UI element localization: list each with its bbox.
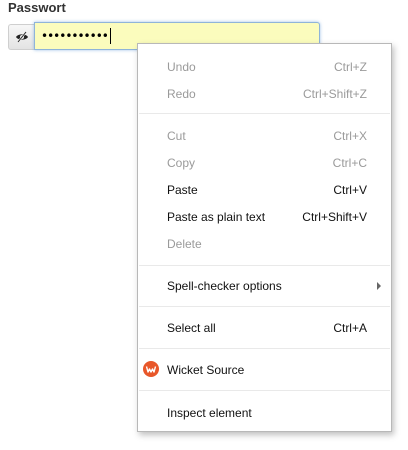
menu-separator bbox=[139, 265, 390, 266]
menu-item-label: Undo bbox=[167, 59, 196, 74]
menu-item-label: Select all bbox=[167, 320, 216, 335]
menu-item-shortcut: Ctrl+A bbox=[333, 320, 367, 335]
menu-item-label: Paste bbox=[167, 182, 198, 197]
menu-item-undo[interactable]: Undo Ctrl+Z bbox=[138, 53, 391, 80]
submenu-arrow-icon bbox=[377, 282, 381, 290]
menu-separator bbox=[139, 348, 390, 349]
menu-separator bbox=[139, 390, 390, 391]
menu-item-label: Copy bbox=[167, 155, 196, 170]
menu-item-select-all[interactable]: Select all Ctrl+A bbox=[138, 314, 391, 341]
menu-item-wicket-source[interactable]: Wicket Source bbox=[138, 356, 391, 383]
menu-item-shortcut: Ctrl+X bbox=[333, 128, 367, 143]
menu-item-label: Wicket Source bbox=[167, 362, 245, 377]
menu-item-inspect-element[interactable]: Inspect element bbox=[138, 399, 391, 426]
menu-item-paste[interactable]: Paste Ctrl+V bbox=[138, 176, 391, 203]
text-caret bbox=[109, 28, 111, 44]
menu-item-shortcut: Ctrl+Z bbox=[334, 59, 367, 74]
menu-item-paste-plain-text[interactable]: Paste as plain text Ctrl+Shift+V bbox=[138, 203, 391, 230]
menu-item-label: Paste as plain text bbox=[167, 209, 266, 224]
menu-item-shortcut: Ctrl+C bbox=[332, 155, 367, 170]
menu-item-label: Inspect element bbox=[167, 405, 252, 420]
menu-item-label: Delete bbox=[167, 236, 202, 251]
menu-item-shortcut: Ctrl+Shift+V bbox=[302, 209, 367, 224]
toggle-password-visibility-button[interactable] bbox=[8, 24, 34, 50]
menu-separator bbox=[139, 113, 390, 114]
context-menu: Undo Ctrl+Z Redo Ctrl+Shift+Z Cut Ctrl+X… bbox=[137, 43, 392, 432]
menu-item-shortcut: Ctrl+V bbox=[333, 182, 367, 197]
menu-item-shortcut: Ctrl+Shift+Z bbox=[302, 86, 367, 101]
menu-item-cut[interactable]: Cut Ctrl+X bbox=[138, 122, 391, 149]
menu-item-spell-checker-options[interactable]: Spell-checker options bbox=[138, 272, 391, 299]
eye-slash-icon bbox=[15, 31, 28, 43]
menu-item-label: Spell-checker options bbox=[167, 278, 282, 293]
wicket-source-icon bbox=[143, 361, 159, 377]
menu-item-label: Cut bbox=[167, 128, 186, 143]
password-label: Passwort bbox=[8, 0, 66, 15]
password-masked-value: ••••••••••• bbox=[41, 29, 109, 43]
menu-item-copy[interactable]: Copy Ctrl+C bbox=[138, 149, 391, 176]
menu-separator bbox=[139, 306, 390, 307]
menu-item-delete[interactable]: Delete bbox=[138, 230, 391, 257]
menu-item-redo[interactable]: Redo Ctrl+Shift+Z bbox=[138, 80, 391, 107]
menu-item-label: Redo bbox=[167, 86, 196, 101]
